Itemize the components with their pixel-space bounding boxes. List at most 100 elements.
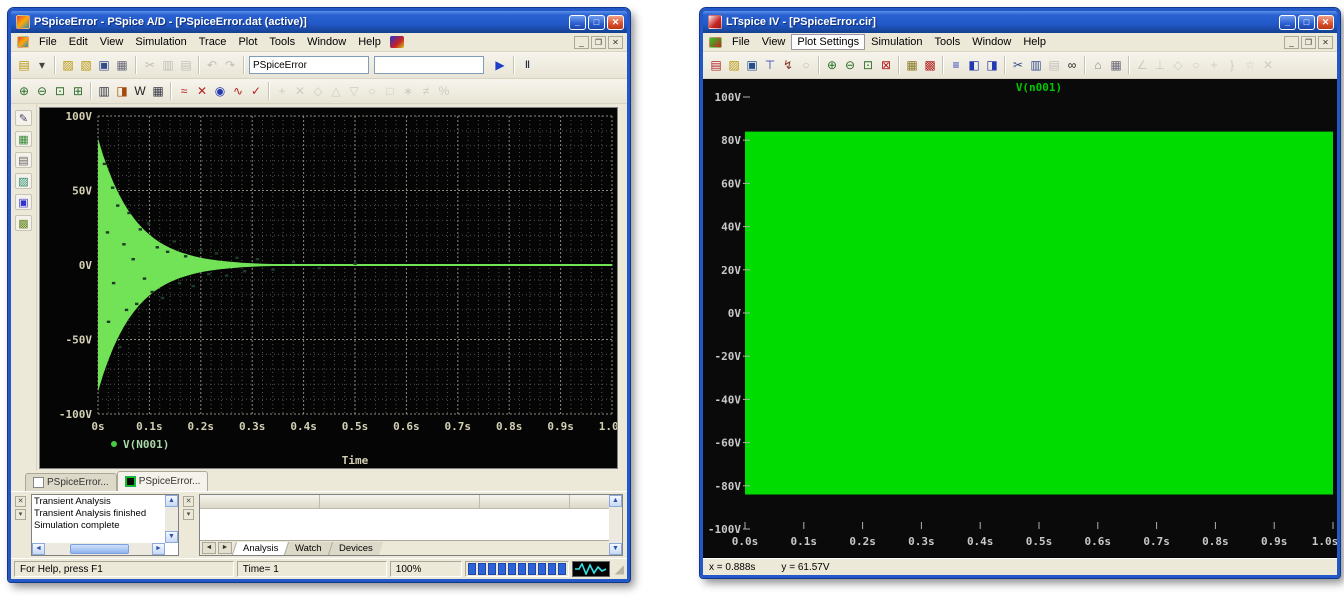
maximize-button[interactable]: □ [1298, 15, 1315, 30]
open-recent-icon[interactable]: ▧ [77, 56, 95, 74]
scroll-right-icon[interactable]: ► [152, 543, 165, 555]
run-icon[interactable]: ↯ [779, 56, 797, 74]
save-icon[interactable]: ▣ [95, 56, 113, 74]
mark-label-icon[interactable]: ✓ [247, 82, 265, 100]
close-button[interactable]: ✕ [607, 15, 624, 30]
watch-panel-pin-button[interactable]: ▾ [183, 509, 194, 520]
view-circuit-icon[interactable]: ▨ [15, 173, 32, 189]
add-trace-icon[interactable]: ∿ [229, 82, 247, 100]
paste-icon[interactable]: ▤ [1045, 56, 1063, 74]
minimize-button[interactable]: _ [569, 15, 586, 30]
log-axis-icon[interactable]: ▦ [149, 82, 167, 100]
menu-file[interactable]: File [33, 34, 63, 50]
mdi-close-button[interactable]: ✕ [608, 36, 623, 49]
ltspice-titlebar[interactable]: LTspice IV - [PSpiceError.cir] _ □ ✕ [703, 11, 1337, 33]
tab-pspice-waveform[interactable]: PSpiceError... [117, 471, 209, 491]
mdi-close-button[interactable]: ✕ [1318, 36, 1333, 49]
menu-tools[interactable]: Tools [929, 34, 967, 50]
library-icon[interactable]: ⌂ [1089, 56, 1107, 74]
diode-tool-icon[interactable]: ◇ [1169, 56, 1187, 74]
view-results-icon[interactable]: ▣ [15, 194, 32, 210]
wire-tool-icon[interactable]: ∠ [1133, 56, 1151, 74]
tile-windows-icon[interactable]: ≡ [947, 56, 965, 74]
save-icon[interactable]: ▣ [743, 56, 761, 74]
scroll-up-icon[interactable]: ▲ [165, 495, 178, 507]
cursor-min-icon[interactable]: △ [327, 82, 345, 100]
menu-simulation[interactable]: Simulation [865, 34, 928, 50]
menu-plot[interactable]: Plot [232, 34, 263, 50]
delete-tool-icon[interactable]: ✕ [1259, 56, 1277, 74]
zoom-out-icon[interactable]: ⊖ [33, 82, 51, 100]
tab-scroll-left-icon[interactable]: ◄ [202, 542, 216, 554]
menu-trace[interactable]: Trace [193, 34, 233, 50]
plot-window-icon[interactable]: ▥ [95, 82, 113, 100]
edit-profile-icon[interactable]: ✎ [15, 110, 32, 126]
component-tool-icon[interactable]: ☆ [1241, 56, 1259, 74]
watch-vscrollbar[interactable]: ▲ ▼ [609, 495, 622, 555]
menu-tools[interactable]: Tools [263, 34, 301, 50]
paste-icon[interactable]: ▤ [177, 56, 195, 74]
mdi-minimize-button[interactable]: _ [1284, 36, 1299, 49]
scroll-left-icon[interactable]: ◄ [32, 543, 45, 555]
cut-icon[interactable]: ✂ [141, 56, 159, 74]
mdi-restore-button[interactable]: ❐ [1301, 36, 1316, 49]
output-vscrollbar[interactable]: ▲ ▼ [165, 495, 178, 543]
mdi-restore-button[interactable]: ❐ [591, 36, 606, 49]
cursor-peak-icon[interactable]: + [273, 82, 291, 100]
pspice-titlebar[interactable]: PSpiceError - PSpice A/D - [PSpiceError.… [11, 11, 627, 33]
cursor-search-icon[interactable]: □ [381, 82, 399, 100]
run-simulation-icon[interactable]: ▶ [491, 56, 509, 74]
paste-bitmap-icon[interactable]: ◨ [983, 56, 1001, 74]
cursor-slope-icon[interactable]: ◇ [309, 82, 327, 100]
zoom-fit-icon[interactable]: ⊞ [69, 82, 87, 100]
menu-simulation[interactable]: Simulation [129, 34, 192, 50]
watch-window[interactable]: ◄ ► AnalysisWatchDevices ▲ ▼ [199, 494, 623, 556]
control-panel-icon[interactable]: ⊤ [761, 56, 779, 74]
menu-file[interactable]: File [726, 34, 756, 50]
find-icon[interactable]: ∞ [1063, 56, 1081, 74]
zoom-in-icon[interactable]: ⊕ [823, 56, 841, 74]
run-to-time-field[interactable] [374, 56, 484, 74]
cursor-next-icon[interactable]: ∗ [399, 82, 417, 100]
resize-grip[interactable]: ◢ [615, 561, 624, 577]
cursor-trough-icon[interactable]: ✕ [291, 82, 309, 100]
output-window[interactable]: Transient AnalysisTransient Analysis fin… [31, 494, 179, 556]
menu-view[interactable]: View [756, 34, 792, 50]
open-icon[interactable]: ▨ [725, 56, 743, 74]
open-icon[interactable]: ▨ [59, 56, 77, 74]
maximize-button[interactable]: □ [588, 15, 605, 30]
capacitor-tool-icon[interactable]: ○ [1187, 56, 1205, 74]
mdi-minimize-button[interactable]: _ [574, 36, 589, 49]
copy-icon[interactable]: ▥ [159, 56, 177, 74]
autorange-icon[interactable]: ▩ [921, 56, 939, 74]
tab-pspice-schematic[interactable]: PSpiceError... [25, 473, 117, 491]
menu-help[interactable]: Help [352, 34, 387, 50]
new-file-icon[interactable]: ▤ [15, 56, 33, 74]
zoom-out-icon[interactable]: ⊖ [841, 56, 859, 74]
mark-data-points-icon[interactable]: ≈ [175, 82, 193, 100]
grid-icon[interactable]: ▦ [903, 56, 921, 74]
output-panel-pin-button[interactable]: ▾ [15, 509, 26, 520]
undo-icon[interactable]: ↶ [203, 56, 221, 74]
zoom-in-icon[interactable]: ⊕ [15, 82, 33, 100]
output-hscrollbar[interactable]: ◄ ► [32, 543, 165, 555]
halt-icon[interactable]: ○ [797, 56, 815, 74]
resistor-tool-icon[interactable]: + [1205, 56, 1223, 74]
menu-view[interactable]: View [94, 34, 130, 50]
pause-simulation-icon[interactable]: ‖ [519, 56, 537, 74]
cursor-max-icon[interactable]: ▽ [345, 82, 363, 100]
copy-bitmap-icon[interactable]: ◧ [965, 56, 983, 74]
sync-axis-icon[interactable]: W [131, 82, 149, 100]
menu-window[interactable]: Window [966, 34, 1017, 50]
menu-edit[interactable]: Edit [63, 34, 94, 50]
simulation-profile-combo[interactable] [249, 56, 369, 74]
ground-tool-icon[interactable]: ⊥ [1151, 56, 1169, 74]
cursor-label-icon[interactable]: % [435, 82, 453, 100]
watch-tab-analysis[interactable]: Analysis [232, 542, 289, 555]
scroll-up-icon[interactable]: ▲ [609, 495, 622, 507]
hscroll-thumb[interactable] [70, 544, 130, 554]
print-icon[interactable]: ▦ [113, 56, 131, 74]
watch-tab-devices[interactable]: Devices [328, 542, 383, 555]
new-file-dropdown-icon[interactable]: ▾ [33, 56, 51, 74]
menu-window[interactable]: Window [301, 34, 352, 50]
